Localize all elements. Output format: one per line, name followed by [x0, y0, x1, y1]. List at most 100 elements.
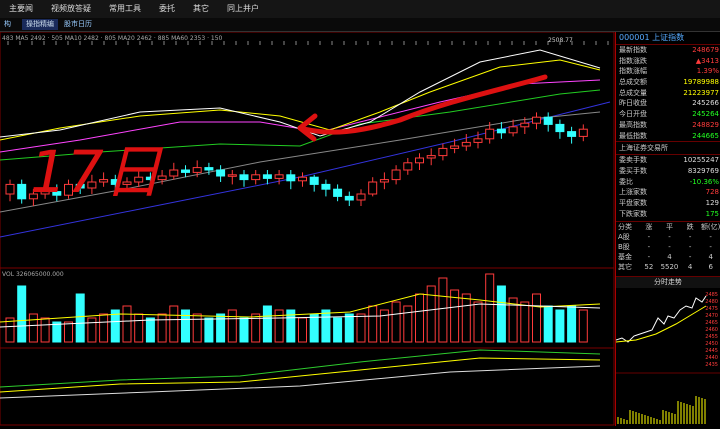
stats-cell: -: [688, 233, 692, 242]
volume-bar: [344, 313, 354, 343]
candle-body: [438, 147, 448, 157]
kline-chart[interactable]: 483 MA5 2492 · 505 MA10 2482 · 805 MA20 …: [0, 32, 615, 426]
tab-index-review[interactable]: 操指精编: [22, 19, 58, 30]
quote-label: 总成交量: [619, 88, 647, 97]
quote-label: 下跌家数: [619, 209, 647, 218]
volume-bar: [239, 317, 249, 343]
mini-tick-label: 2475: [705, 306, 718, 312]
volume-bar: [134, 313, 144, 343]
annotation-arrow: [297, 74, 548, 135]
market-stats-table: 分类涨平跌额(亿) A股 - - - - B股 - - - - 基金 -4-4 其它 52 5520 4 6: [616, 221, 720, 272]
quote-label: 委卖手数: [619, 156, 647, 165]
quote-value: 129: [705, 198, 719, 207]
candle-body: [309, 176, 319, 185]
quote-row: 下跌家数 175: [616, 209, 720, 220]
stats-cell: -: [709, 233, 712, 242]
volume-bar: [75, 293, 85, 343]
volume-bar: [403, 305, 413, 343]
volume-bar: [356, 313, 366, 343]
stats-cell: -: [647, 233, 651, 242]
stats-cell: -: [688, 243, 692, 252]
mini-tick-label: 2455: [705, 334, 718, 340]
stats-row: 基金 - 4 - 4: [616, 252, 720, 262]
candle-body: [321, 183, 331, 190]
volume-bar: [496, 285, 506, 343]
candle-body: [169, 169, 179, 177]
stats-cell: 52: [644, 263, 654, 272]
candle-body: [496, 128, 506, 134]
quote-value: 10255247: [683, 156, 719, 165]
intraday-mini-chart[interactable]: 分时走势 2485 2480 2475 2470 2465 2460 2455 2450 244…: [615, 276, 720, 427]
quote-value: ▲3413: [695, 56, 719, 65]
quote-label: 委买手数: [619, 166, 647, 175]
candle-body: [368, 181, 378, 195]
volume-bar: [28, 313, 38, 343]
stats-cell: 额(亿): [700, 223, 720, 232]
quote-row: 最低指数 244665: [616, 131, 720, 142]
tab-market-calendar[interactable]: 股市日历: [60, 19, 96, 30]
mini-tick-label: 2445: [705, 348, 718, 354]
tab-bar: 构 操指精编 股市日历: [0, 18, 720, 32]
quote-label: 指数涨跌: [619, 56, 647, 65]
candle-body: [473, 138, 483, 143]
candle-body: [578, 128, 588, 137]
price-label: 2508.77: [548, 37, 573, 44]
quote-label: 委比: [619, 177, 633, 186]
stats-header: 分类 涨 平 跌额(亿): [616, 222, 720, 232]
candle-body: [333, 188, 343, 197]
candle-body: [5, 183, 15, 195]
stats-cell: 平: [665, 223, 673, 232]
quote-value: 248829: [692, 120, 719, 129]
candle-body: [415, 157, 424, 164]
quote-label: 总成交额: [619, 78, 647, 87]
quote-value: 175: [705, 209, 719, 218]
menu-item-2[interactable]: 常用工具: [100, 0, 150, 18]
candle-body: [567, 131, 577, 137]
volume-bar: [321, 309, 331, 343]
mini-tick-label: 2440: [705, 355, 718, 361]
stats-cell: B股: [618, 243, 630, 252]
tab-structure[interactable]: 构: [0, 19, 15, 30]
quote-row: 昨日收盘 245266: [616, 98, 720, 109]
mini-tick-label: 2480: [705, 299, 718, 305]
intraday-plot: 2485248024752470246524602455245024452440…: [615, 292, 720, 424]
quote-value: 1.39%: [696, 67, 719, 76]
mini-tick-label: 2465: [705, 320, 718, 326]
mini-tick-label: 2450: [705, 341, 718, 347]
candle-body: [391, 169, 401, 181]
quote-row: 最新指数 248679: [616, 45, 720, 56]
menu-item-3[interactable]: 委托: [150, 0, 184, 18]
stats-row: B股 - - - -: [616, 242, 720, 252]
menu-item-5[interactable]: 同上并户: [218, 0, 268, 18]
intraday-title: 分时走势: [616, 277, 720, 288]
candle-body: [181, 169, 190, 173]
volume-bar: [157, 313, 167, 343]
stats-cell: -: [709, 243, 712, 252]
quote-row: 平盘家数 129: [616, 198, 720, 209]
volume-bar: [578, 309, 588, 343]
stats-cell: 6: [708, 263, 713, 272]
stats-cell: -: [668, 233, 671, 242]
volume-bar: [391, 301, 401, 343]
quote-label: 指数涨幅: [619, 67, 647, 76]
quote-value: 245264: [692, 110, 719, 119]
candle-body: [286, 174, 296, 182]
menu-item-1[interactable]: 视频放答疑: [42, 0, 100, 18]
candle-body: [239, 174, 249, 181]
volume-bar: [52, 321, 62, 343]
stats-cell: 涨: [645, 223, 653, 232]
indicator-line: [0, 349, 601, 388]
stats-cell: 4: [708, 253, 713, 262]
candle-body: [204, 167, 214, 171]
volume-bar: [333, 317, 343, 343]
candle-body: [227, 174, 237, 177]
mini-tick-label: 2470: [705, 313, 718, 319]
menu-item-0[interactable]: 主要闻: [0, 0, 42, 18]
quote-label: 平盘家数: [619, 198, 647, 207]
volume-bar: [122, 305, 132, 343]
candle-body: [192, 167, 202, 173]
stats-cell: 4: [687, 263, 693, 272]
menu-item-4[interactable]: 其它: [184, 0, 218, 18]
candle-body: [426, 155, 436, 159]
quote-label: 最新指数: [619, 46, 647, 54]
